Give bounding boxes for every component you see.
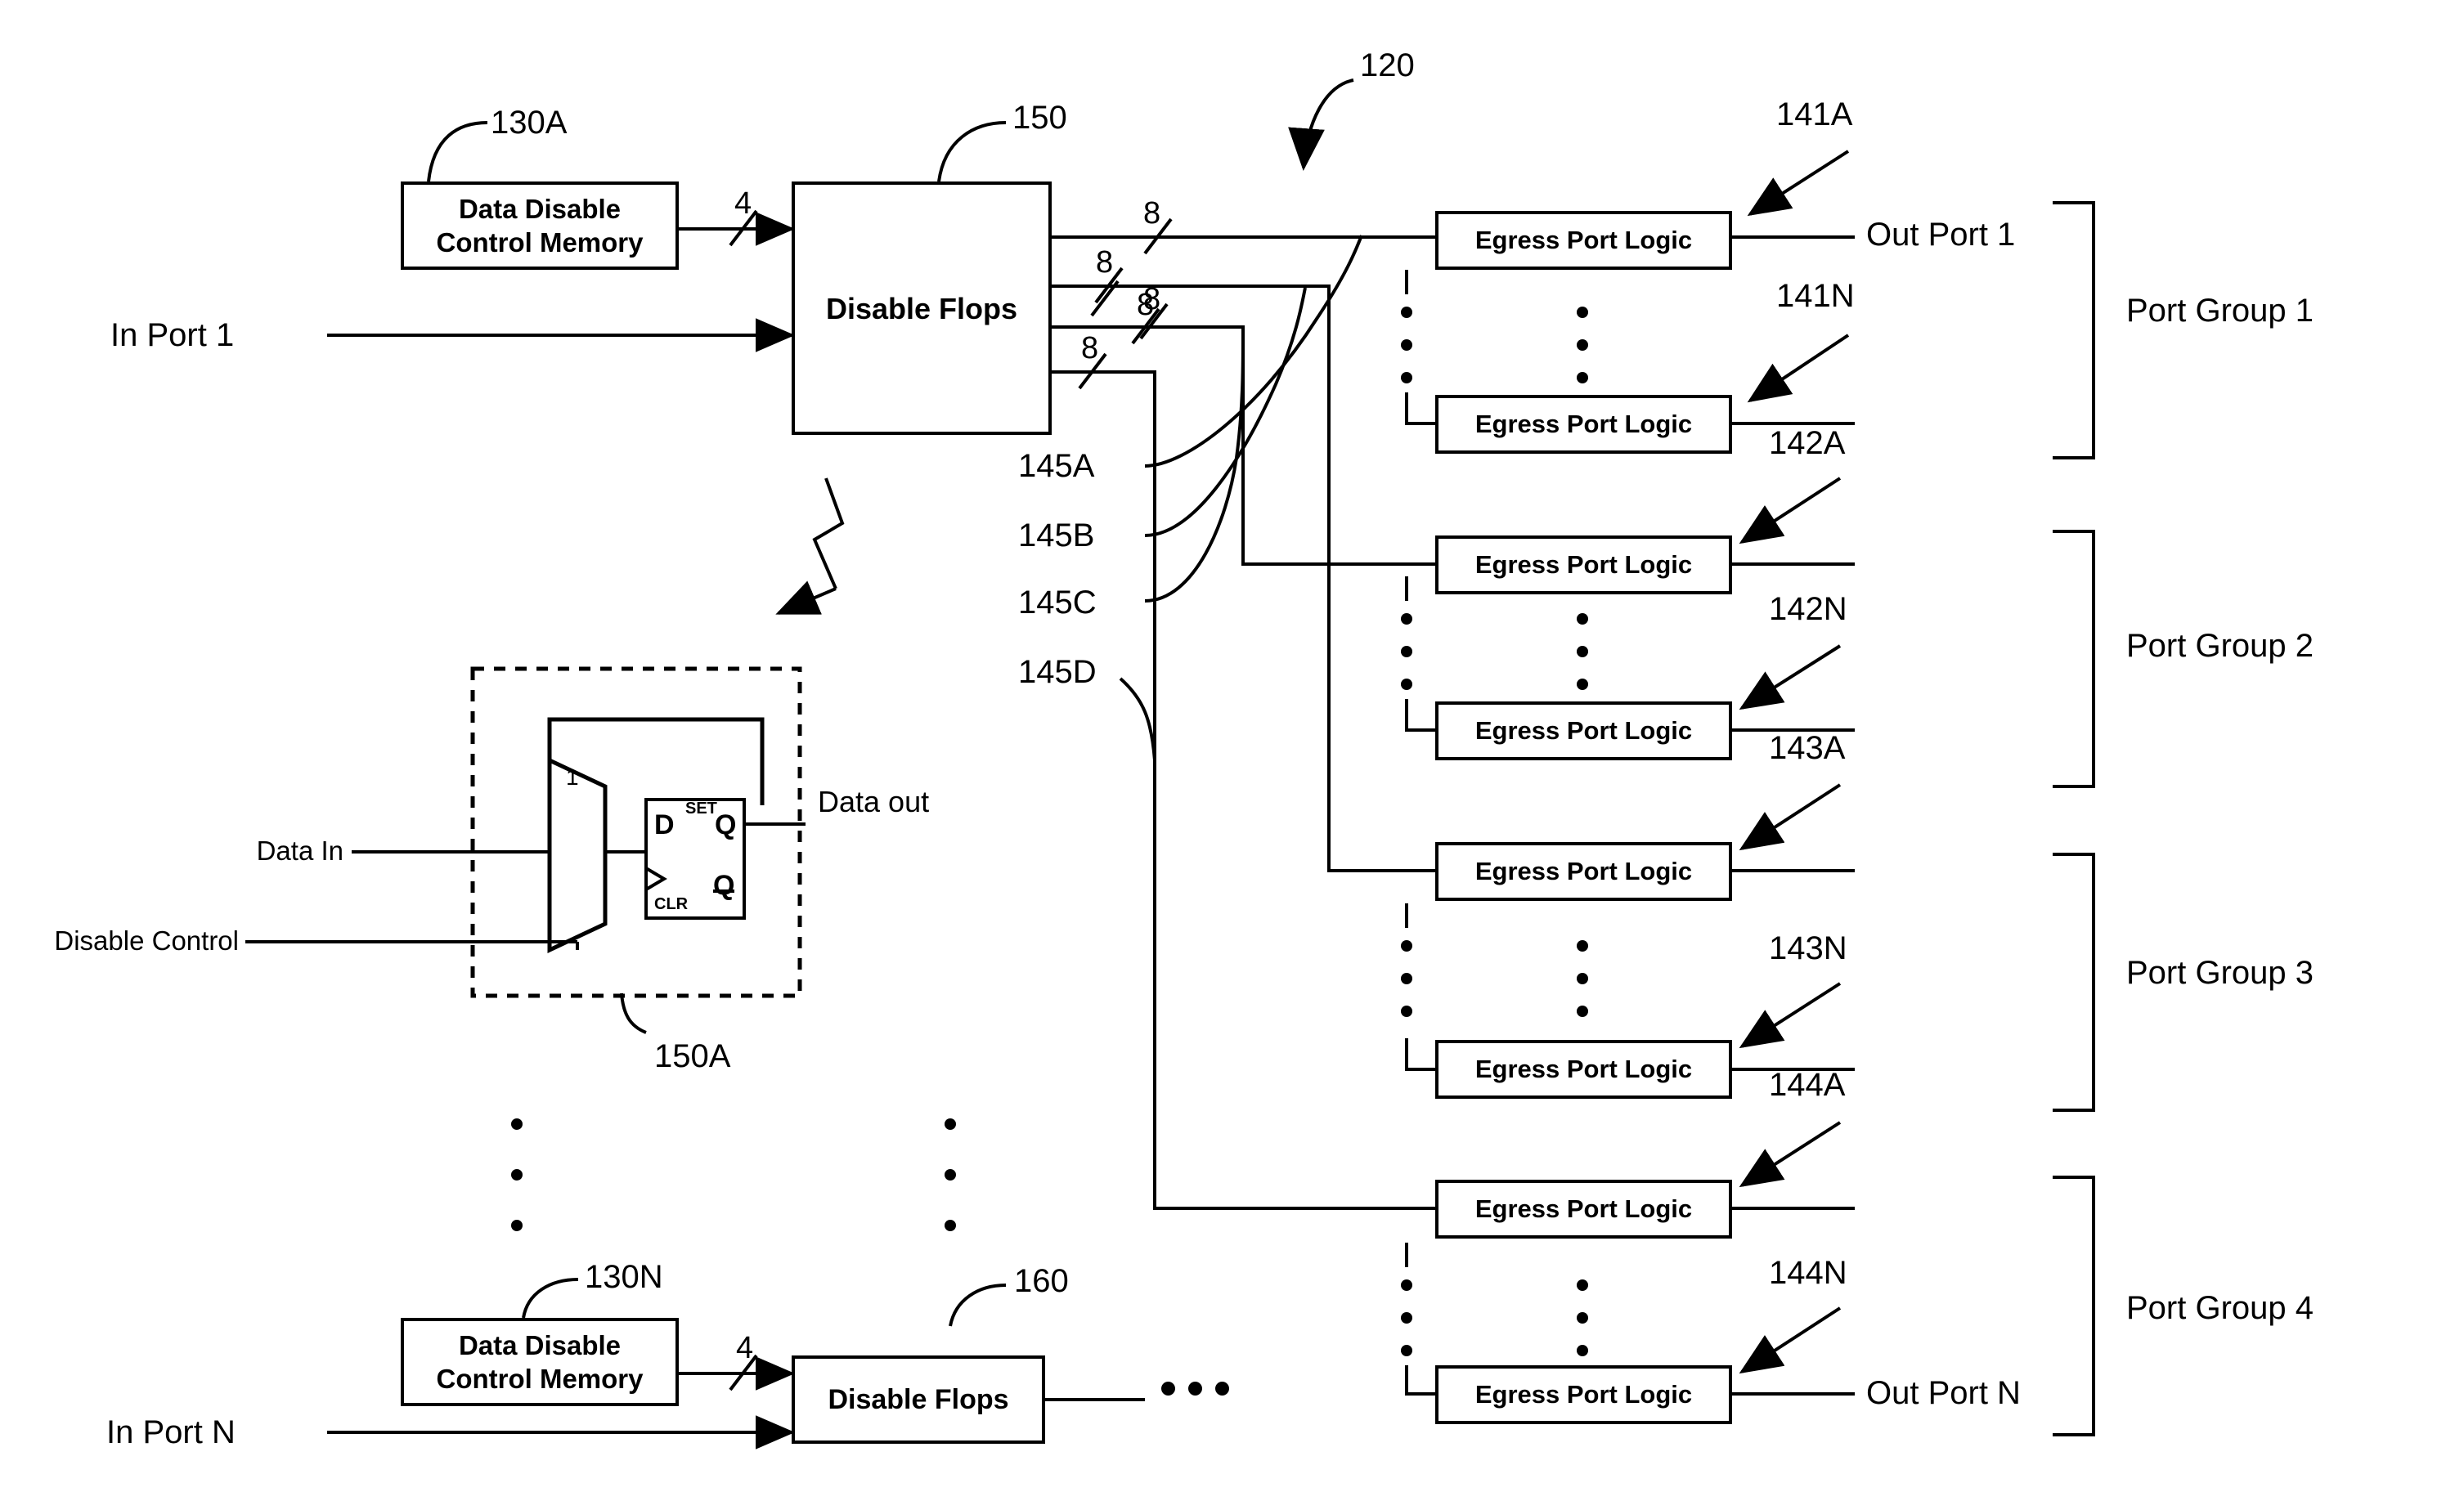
disable-control-label: Disable Control — [54, 925, 239, 956]
in-port-n-label: In Port N — [106, 1414, 236, 1450]
bus-width-4-top: 4 — [734, 186, 752, 221]
disable-flops-bottom: Disable Flops — [792, 1355, 1045, 1444]
diagram-lines — [245, 78, 2095, 1449]
clr-pin-label: CLR — [654, 895, 689, 913]
ellipsis-group2-mid — [1577, 613, 1588, 711]
ellipsis-inputs — [511, 1118, 523, 1252]
disable-flops-label-bottom: Disable Flops — [828, 1383, 1009, 1415]
data-out-label: Data out — [818, 785, 930, 818]
ref-144n: 144N — [1769, 1255, 1847, 1291]
ref-142n: 142N — [1769, 591, 1847, 627]
egress-label: Egress Port Logic — [1474, 409, 1693, 438]
qbar-pin-label: Q — [713, 870, 735, 901]
ref-150a: 150A — [654, 1038, 731, 1074]
egress-port-logic-144a: Egress Port Logic — [1435, 1180, 1732, 1239]
ref-141a: 141A — [1776, 96, 1853, 132]
ref-143a: 143A — [1769, 730, 1846, 766]
bus-width-out-3: 8 — [1137, 288, 1155, 322]
port-group-1-label: Port Group 1 — [2126, 293, 2314, 329]
ellipsis-group3-left — [1401, 940, 1412, 1038]
egress-label: Egress Port Logic — [1474, 1379, 1693, 1409]
egress-label: Egress Port Logic — [1474, 225, 1693, 254]
ref-145b: 145B — [1018, 517, 1095, 553]
egress-label: Egress Port Logic — [1474, 1194, 1693, 1223]
egress-label: Egress Port Logic — [1474, 1054, 1693, 1083]
bus-width-out-2: 8 — [1096, 245, 1114, 280]
q-pin-label: Q — [715, 809, 737, 840]
control-memory-label-top: Data Disable Control Memory — [436, 193, 644, 258]
port-group-2-label: Port Group 2 — [2126, 628, 2314, 664]
ellipsis-bottom-horizontal — [1161, 1382, 1229, 1396]
ellipsis-group1-left — [1401, 307, 1412, 405]
port-group-3-label: Port Group 3 — [2126, 955, 2314, 991]
bus-width-out-4: 8 — [1081, 331, 1099, 365]
disable-flops-top: Disable Flops — [792, 181, 1052, 435]
ellipsis-group1-mid — [1577, 307, 1588, 405]
ref-145d: 145D — [1018, 654, 1097, 690]
egress-label: Egress Port Logic — [1474, 856, 1693, 885]
in-port-1-label: In Port 1 — [110, 317, 235, 353]
bus-width-4-bottom: 4 — [736, 1331, 754, 1365]
ref-160: 160 — [1014, 1263, 1069, 1299]
egress-port-logic-143n: Egress Port Logic — [1435, 1040, 1732, 1099]
disable-flops-label-top: Disable Flops — [825, 291, 1018, 325]
out-port-1-label: Out Port 1 — [1866, 217, 2016, 253]
mux-select-label: 1 — [566, 764, 579, 790]
data-in-label: Data In — [256, 836, 343, 866]
ellipsis-flops — [945, 1118, 956, 1252]
egress-port-logic-142a: Egress Port Logic — [1435, 535, 1732, 594]
ellipsis-group4-mid — [1577, 1279, 1588, 1378]
ref-145a: 145A — [1018, 448, 1095, 484]
ref-143n: 143N — [1769, 930, 1847, 966]
bus-width-out-1: 8 — [1143, 196, 1161, 231]
patent-figure: Data Disable Control Memory Disable Flop… — [0, 0, 2464, 1492]
data-disable-control-memory-top: Data Disable Control Memory — [401, 181, 679, 270]
ellipsis-group2-left — [1401, 613, 1412, 711]
d-pin-label: D — [654, 809, 675, 840]
ref-141n: 141N — [1776, 278, 1855, 314]
ellipsis-group3-mid — [1577, 940, 1588, 1038]
egress-port-logic-143a: Egress Port Logic — [1435, 842, 1732, 901]
egress-label: Egress Port Logic — [1474, 715, 1693, 745]
ref-144a: 144A — [1769, 1067, 1846, 1103]
data-disable-control-memory-bottom: Data Disable Control Memory — [401, 1318, 679, 1406]
set-pin-label: SET — [685, 800, 717, 818]
ref-130a: 130A — [491, 105, 568, 141]
egress-label: Egress Port Logic — [1474, 549, 1693, 579]
ref-130n: 130N — [585, 1259, 663, 1295]
ref-150: 150 — [1012, 100, 1067, 136]
ref-142a: 142A — [1769, 425, 1846, 461]
control-memory-label-bottom: Data Disable Control Memory — [436, 1329, 644, 1394]
out-port-n-label: Out Port N — [1866, 1375, 2021, 1411]
ellipsis-group4-left — [1401, 1279, 1412, 1378]
ref-145c: 145C — [1018, 585, 1097, 621]
ref-120: 120 — [1360, 47, 1415, 83]
port-group-4-label: Port Group 4 — [2126, 1290, 2314, 1326]
egress-port-logic-141a: Egress Port Logic — [1435, 211, 1732, 270]
